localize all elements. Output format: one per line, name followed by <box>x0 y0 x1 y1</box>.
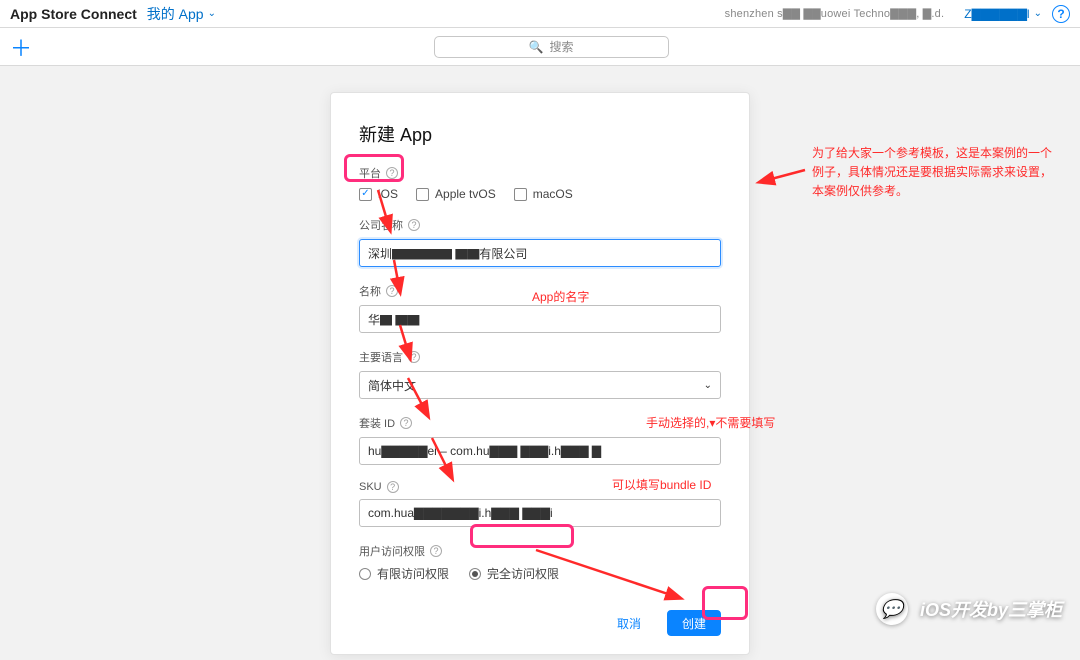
sku-input[interactable] <box>359 499 721 527</box>
my-apps-link[interactable]: 我的 App ⌄ <box>147 4 216 24</box>
annotation-text: 手动选择的,▾不需要填写 <box>646 414 775 433</box>
radio-icon <box>359 568 371 580</box>
help-icon[interactable]: ? <box>408 351 420 363</box>
chevron-down-icon: ⌄ <box>704 380 712 391</box>
help-icon[interactable]: ? <box>386 167 398 179</box>
help-icon[interactable]: ? <box>386 285 398 297</box>
help-icon[interactable]: ? <box>1052 5 1070 23</box>
search-placeholder: 搜索 <box>549 38 573 55</box>
name-input[interactable] <box>359 305 721 333</box>
bundle-select[interactable]: hu▇▇▇▇▇ei – com.hu▇▇▇ ▇▇▇i.h▇▇▇ ▇ ⌄ <box>359 437 721 465</box>
language-label: 主要语言 <box>359 349 403 365</box>
platform-macos[interactable]: macOS <box>514 187 573 201</box>
cancel-button[interactable]: 取消 <box>603 610 655 636</box>
access-limited-label: 有限访问权限 <box>377 565 449 582</box>
annotation-text: 为了给大家一个参考模板，这是本案例的一个例子，具体情况还是要根据实际需求来设置，… <box>812 144 1052 202</box>
platform-tvos-label: Apple tvOS <box>435 187 496 201</box>
watermark-text: iOS开发by三掌柜 <box>920 596 1062 622</box>
company-label: 公司名称 <box>359 217 403 233</box>
chevron-down-icon: ⌄ <box>1034 8 1042 19</box>
search-input[interactable]: 🔍 搜索 <box>434 36 669 58</box>
new-app-modal: 新建 App 平台? ✓ iOS Apple tvOS macOS 公司名称? … <box>330 92 750 655</box>
account-name[interactable]: shenzhen s▇▇ ▇▇uowei Techno▇▇▇, ▇.d. <box>725 7 945 20</box>
wechat-icon: 💬 <box>876 593 908 625</box>
sku-label: SKU <box>359 481 382 493</box>
language-select[interactable]: 简体中文 ⌄ <box>359 371 721 399</box>
access-full-radio[interactable]: 完全访问权限 <box>469 565 559 582</box>
language-group: 主要语言? 简体中文 ⌄ <box>359 349 721 399</box>
company-input[interactable] <box>359 239 721 267</box>
radio-icon <box>469 568 481 580</box>
help-icon[interactable]: ? <box>387 481 399 493</box>
access-group: 用户访问权限? 有限访问权限 完全访问权限 <box>359 543 721 582</box>
name-label: 名称 <box>359 283 381 299</box>
checkbox-icon <box>416 188 429 201</box>
checkbox-icon <box>514 188 527 201</box>
access-full-label: 完全访问权限 <box>487 565 559 582</box>
add-app-button[interactable]: ＋ <box>10 36 32 58</box>
watermark: 💬 iOS开发by三掌柜 <box>876 593 1062 625</box>
access-label: 用户访问权限 <box>359 543 425 559</box>
platform-ios[interactable]: ✓ iOS <box>359 187 398 201</box>
brand-title: App Store Connect <box>10 6 137 22</box>
help-icon[interactable]: ? <box>400 417 412 429</box>
language-label: Z▇▇▇▇▇▇l <box>964 7 1029 21</box>
platform-macos-label: macOS <box>533 187 573 201</box>
create-button[interactable]: 创建 <box>667 610 721 636</box>
my-apps-label: 我的 App <box>147 4 204 24</box>
annotation-text: App的名字 <box>532 288 589 307</box>
platform-group: 平台? ✓ iOS Apple tvOS macOS <box>359 165 721 201</box>
bundle-value: hu▇▇▇▇▇ei – com.hu▇▇▇ ▇▇▇i.h▇▇▇ ▇ <box>368 444 601 458</box>
company-group: 公司名称? <box>359 217 721 267</box>
help-icon[interactable]: ? <box>408 219 420 231</box>
language-value: 简体中文 <box>368 377 416 394</box>
modal-buttons: 取消 创建 <box>359 610 721 636</box>
platform-label: 平台 <box>359 165 381 181</box>
help-icon[interactable]: ? <box>430 545 442 557</box>
top-nav: App Store Connect 我的 App ⌄ shenzhen s▇▇ … <box>0 0 1080 28</box>
modal-title: 新建 App <box>359 121 721 147</box>
access-limited-radio[interactable]: 有限访问权限 <box>359 565 449 582</box>
checkbox-icon: ✓ <box>359 188 372 201</box>
chevron-down-icon: ⌄ <box>208 8 216 19</box>
platform-ios-label: iOS <box>378 187 398 201</box>
language-menu[interactable]: Z▇▇▇▇▇▇l ⌄ <box>964 7 1042 21</box>
tool-row: ＋ 🔍 搜索 <box>0 28 1080 66</box>
platform-tvos[interactable]: Apple tvOS <box>416 187 496 201</box>
annotation-text: 可以填写bundle ID <box>612 476 711 495</box>
bundle-label: 套装 ID <box>359 415 395 431</box>
search-icon: 🔍 <box>529 40 544 54</box>
